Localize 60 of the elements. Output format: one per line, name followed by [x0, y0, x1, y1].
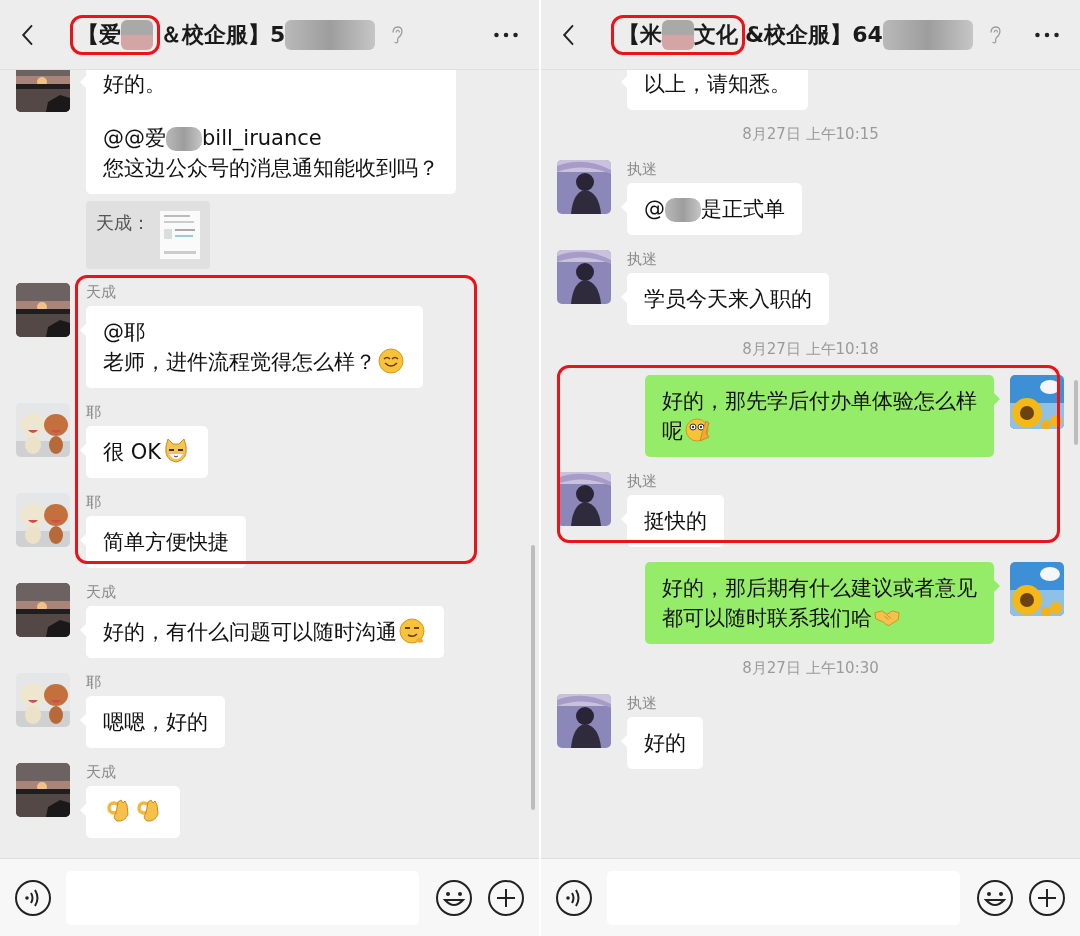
message-text: 简单方便快捷	[103, 530, 229, 554]
message-text: 以上，请知悉。	[644, 72, 791, 96]
plus-icon[interactable]	[487, 878, 525, 917]
message-text: 好的，那后期有什么建议或者意见	[662, 576, 977, 600]
message-text: 好的	[644, 731, 686, 755]
voice-icon[interactable]	[555, 878, 593, 917]
chat-title: &校企服】64	[745, 20, 883, 49]
chat-title: 文化	[694, 20, 738, 49]
emoji-icon[interactable]	[976, 878, 1014, 917]
message-text: 很 OK	[103, 440, 161, 464]
quoted-reply[interactable]: 天成：	[86, 201, 210, 269]
ok-hand-icon	[135, 798, 161, 824]
scrollbar[interactable]	[531, 545, 535, 810]
message-text: 好的，有什么问题可以随时沟通	[103, 620, 397, 644]
message-text: @耶	[103, 320, 145, 344]
message-text: 好的，那先学后付办单体验怎么样	[662, 389, 977, 413]
timestamp: 8月27日 上午10:30	[742, 659, 879, 678]
message-text: @	[644, 197, 665, 221]
message-text: 您这边公众号的消息通知能收到吗？	[103, 156, 439, 180]
cat-emoji-icon	[163, 438, 189, 464]
sender-name: 天成	[86, 283, 116, 301]
chat-title: ＆校企服】5	[160, 20, 286, 49]
chat-title: 【米	[618, 20, 662, 49]
quote-sender: 天成：	[96, 211, 150, 235]
message-text: 是正式单	[701, 197, 785, 221]
message-text: @@爱	[103, 126, 166, 150]
redaction-blur	[665, 198, 701, 222]
sender-name: 执迷	[627, 250, 657, 268]
message-text: 嗯嗯，好的	[103, 710, 208, 734]
message-text: 学员今天来入职的	[644, 287, 812, 311]
redaction-blur	[121, 19, 153, 50]
sender-name: 天成	[86, 583, 116, 601]
message-text: 老师，进件流程觉得怎么样？	[103, 350, 376, 374]
more-icon[interactable]	[493, 30, 519, 39]
sender-name: 天成	[86, 763, 116, 781]
message-text: 好的。	[103, 72, 166, 96]
message-text: bill_iruance	[202, 126, 322, 150]
emoji-icon[interactable]	[435, 878, 473, 917]
sender-name: 执迷	[627, 160, 657, 178]
smirk-emoji-icon	[399, 618, 425, 644]
thinking-emoji-icon	[685, 417, 711, 443]
timestamp: 8月27日 上午10:15	[742, 125, 879, 144]
message-text: 呢	[662, 419, 683, 443]
redaction-blur	[662, 19, 694, 50]
sender-name: 执迷	[627, 472, 657, 490]
sender-name: 耶	[86, 673, 101, 691]
more-icon[interactable]	[1034, 30, 1060, 39]
scrollbar[interactable]	[1074, 380, 1078, 445]
chat-title: 【爱	[77, 20, 121, 49]
sender-name: 执迷	[627, 694, 657, 712]
sender-name: 耶	[86, 403, 101, 421]
message-text: 挺快的	[644, 509, 707, 533]
voice-icon[interactable]	[14, 878, 52, 917]
smile-emoji-icon	[378, 348, 404, 374]
timestamp: 8月27日 上午10:18	[742, 340, 879, 359]
ok-hand-icon	[105, 798, 131, 824]
redaction-blur	[166, 127, 202, 151]
message-text: 都可以随时联系我们哈	[662, 606, 872, 630]
sender-name: 耶	[86, 493, 101, 511]
plus-icon[interactable]	[1028, 878, 1066, 917]
